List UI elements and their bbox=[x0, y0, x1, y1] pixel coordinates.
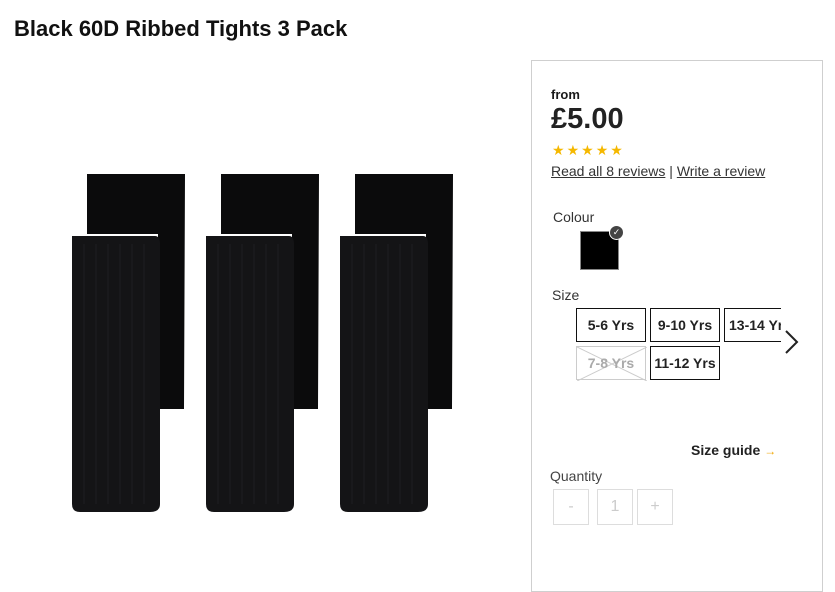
from-label: from bbox=[551, 87, 580, 102]
quantity-increment-button[interactable]: + bbox=[637, 489, 673, 525]
quantity-input[interactable]: 1 bbox=[597, 489, 633, 525]
reviews-row: Read all 8 reviews | Write a review bbox=[551, 163, 765, 179]
read-reviews-link[interactable]: Read all 8 reviews bbox=[551, 163, 665, 179]
colour-label: Colour bbox=[553, 209, 595, 225]
product-title: Black 60D Ribbed Tights 3 Pack bbox=[14, 16, 348, 41]
tights-pair-2 bbox=[206, 174, 319, 512]
top-cut-text bbox=[14, 0, 574, 2]
purchase-panel: from £5.00 ★ ★ ★ ★ ★ Read all 8 reviews … bbox=[531, 60, 823, 592]
size-option-7-8-unavailable: 7-8 Yrs bbox=[576, 346, 647, 381]
tights-pair-1 bbox=[72, 174, 185, 512]
chevron-right-icon[interactable] bbox=[784, 329, 800, 360]
tights-pair-3 bbox=[340, 174, 453, 512]
star-icon: ★ bbox=[552, 142, 565, 158]
check-icon: ✓ bbox=[609, 225, 624, 240]
size-options: 5-6 Yrs 9-10 Yrs 13-14 Yrs 7-8 Yrs 11-12… bbox=[576, 307, 781, 383]
size-label: Size bbox=[552, 287, 580, 303]
size-option-11-12[interactable]: 11-12 Yrs bbox=[650, 346, 720, 380]
write-review-link[interactable]: Write a review bbox=[677, 163, 765, 179]
quantity-decrement-button[interactable]: - bbox=[553, 489, 589, 525]
size-guide-link[interactable]: Size guide → bbox=[691, 442, 776, 458]
quantity-label: Quantity bbox=[550, 468, 603, 484]
product-image bbox=[40, 160, 500, 530]
price: £5.00 bbox=[551, 103, 624, 135]
star-icon: ★ bbox=[595, 142, 609, 158]
rating-stars: ★ ★ ★ ★ ★ bbox=[552, 143, 623, 157]
size-option-5-6[interactable]: 5-6 Yrs bbox=[576, 308, 646, 342]
size-option-9-10[interactable]: 9-10 Yrs bbox=[650, 308, 720, 342]
colour-swatch-black[interactable]: ✓ bbox=[580, 225, 624, 270]
star-icon: ★ bbox=[566, 142, 580, 158]
star-icon: ★ bbox=[581, 142, 594, 158]
size-option-13-14[interactable]: 13-14 Yrs bbox=[724, 308, 781, 342]
separator: | bbox=[669, 163, 673, 179]
arrow-right-icon: → bbox=[764, 444, 777, 458]
star-icon: ★ bbox=[610, 142, 623, 158]
